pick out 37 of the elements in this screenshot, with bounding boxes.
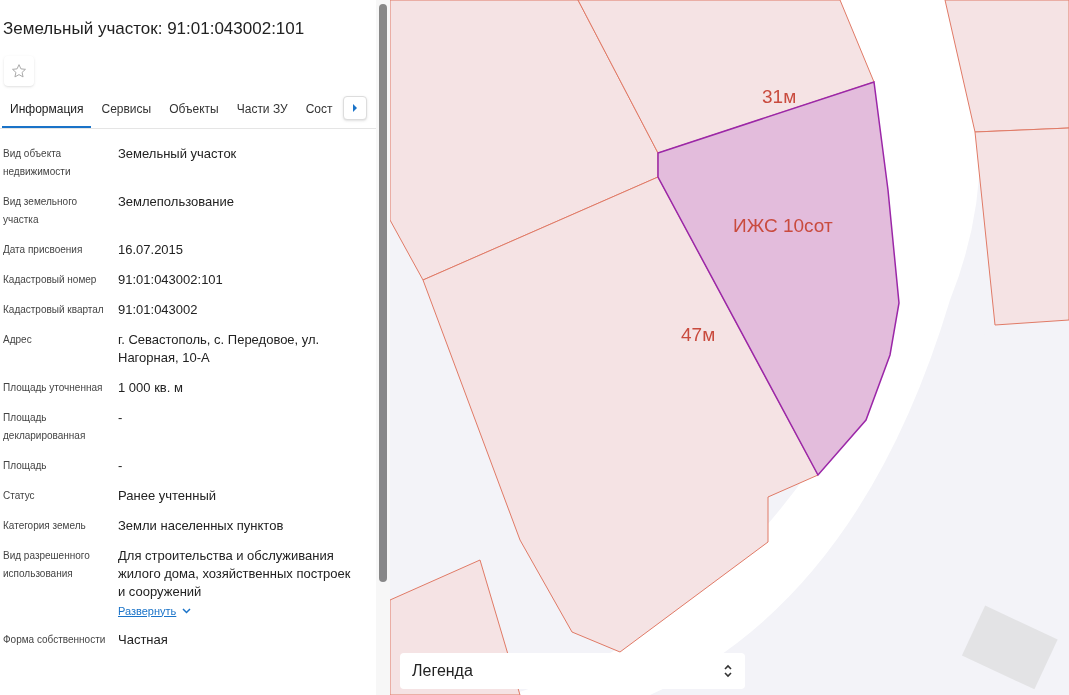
field-value: - bbox=[118, 408, 124, 427]
tab[interactable]: Информация bbox=[2, 95, 92, 128]
field-label: Категория земель bbox=[2, 518, 87, 533]
expand-link[interactable]: Развернуть bbox=[118, 602, 376, 619]
field-label: Адрес bbox=[2, 332, 33, 347]
field-value: Земельный участок bbox=[118, 144, 238, 163]
tab[interactable]: Сост bbox=[297, 95, 341, 128]
field-value: 91:01:043002 bbox=[118, 300, 199, 319]
tab[interactable]: Части ЗУ bbox=[228, 95, 296, 128]
tab[interactable]: Сервисы bbox=[93, 95, 160, 128]
field-label: Вид объекта недвижимости bbox=[2, 146, 72, 179]
field-label: Площадь bbox=[2, 458, 48, 473]
field-label: Площадь декларированная bbox=[2, 410, 87, 443]
tab[interactable]: Объекты bbox=[161, 95, 227, 128]
field-label: Вид земельного участка bbox=[2, 194, 79, 227]
field-label: Дата присвоения bbox=[2, 242, 84, 257]
field-label: Кадастровый квартал bbox=[2, 302, 105, 317]
field-value: - bbox=[118, 456, 124, 475]
field-value: 1 000 кв. м bbox=[118, 378, 184, 397]
map-label: ИЖС 10сот bbox=[733, 215, 833, 236]
field-label: Площадь уточненная bbox=[2, 380, 104, 395]
field-value: 16.07.2015 bbox=[118, 240, 185, 259]
map-label: 47м bbox=[681, 324, 716, 345]
field-value: 91:01:043002:101 bbox=[118, 270, 224, 289]
map-label: 31м bbox=[762, 86, 797, 107]
field-value: Частная bbox=[118, 631, 169, 649]
legend-dropdown[interactable]: Легенда bbox=[400, 653, 745, 689]
field-value: Ранее учтенный bbox=[118, 486, 217, 505]
field-label: Кадастровый номер bbox=[2, 272, 98, 287]
field-label: Статус bbox=[2, 488, 36, 503]
field-label: Вид разрешенного использования bbox=[2, 548, 91, 581]
field-value: Для строительства и обслуживания жилого дома, хозяйственных построек и сооружений bbox=[118, 546, 352, 601]
field-value: г. Севастополь, с. Передовое, ул. Нагорная, 10-А bbox=[118, 330, 321, 367]
field-value: Земли населенных пунктов bbox=[118, 516, 285, 535]
panel-title: Земельный участок: 91:01:043002:101 bbox=[3, 18, 306, 40]
field-value: Землепользование bbox=[118, 192, 235, 211]
field-label: Форма собственности bbox=[2, 633, 107, 647]
